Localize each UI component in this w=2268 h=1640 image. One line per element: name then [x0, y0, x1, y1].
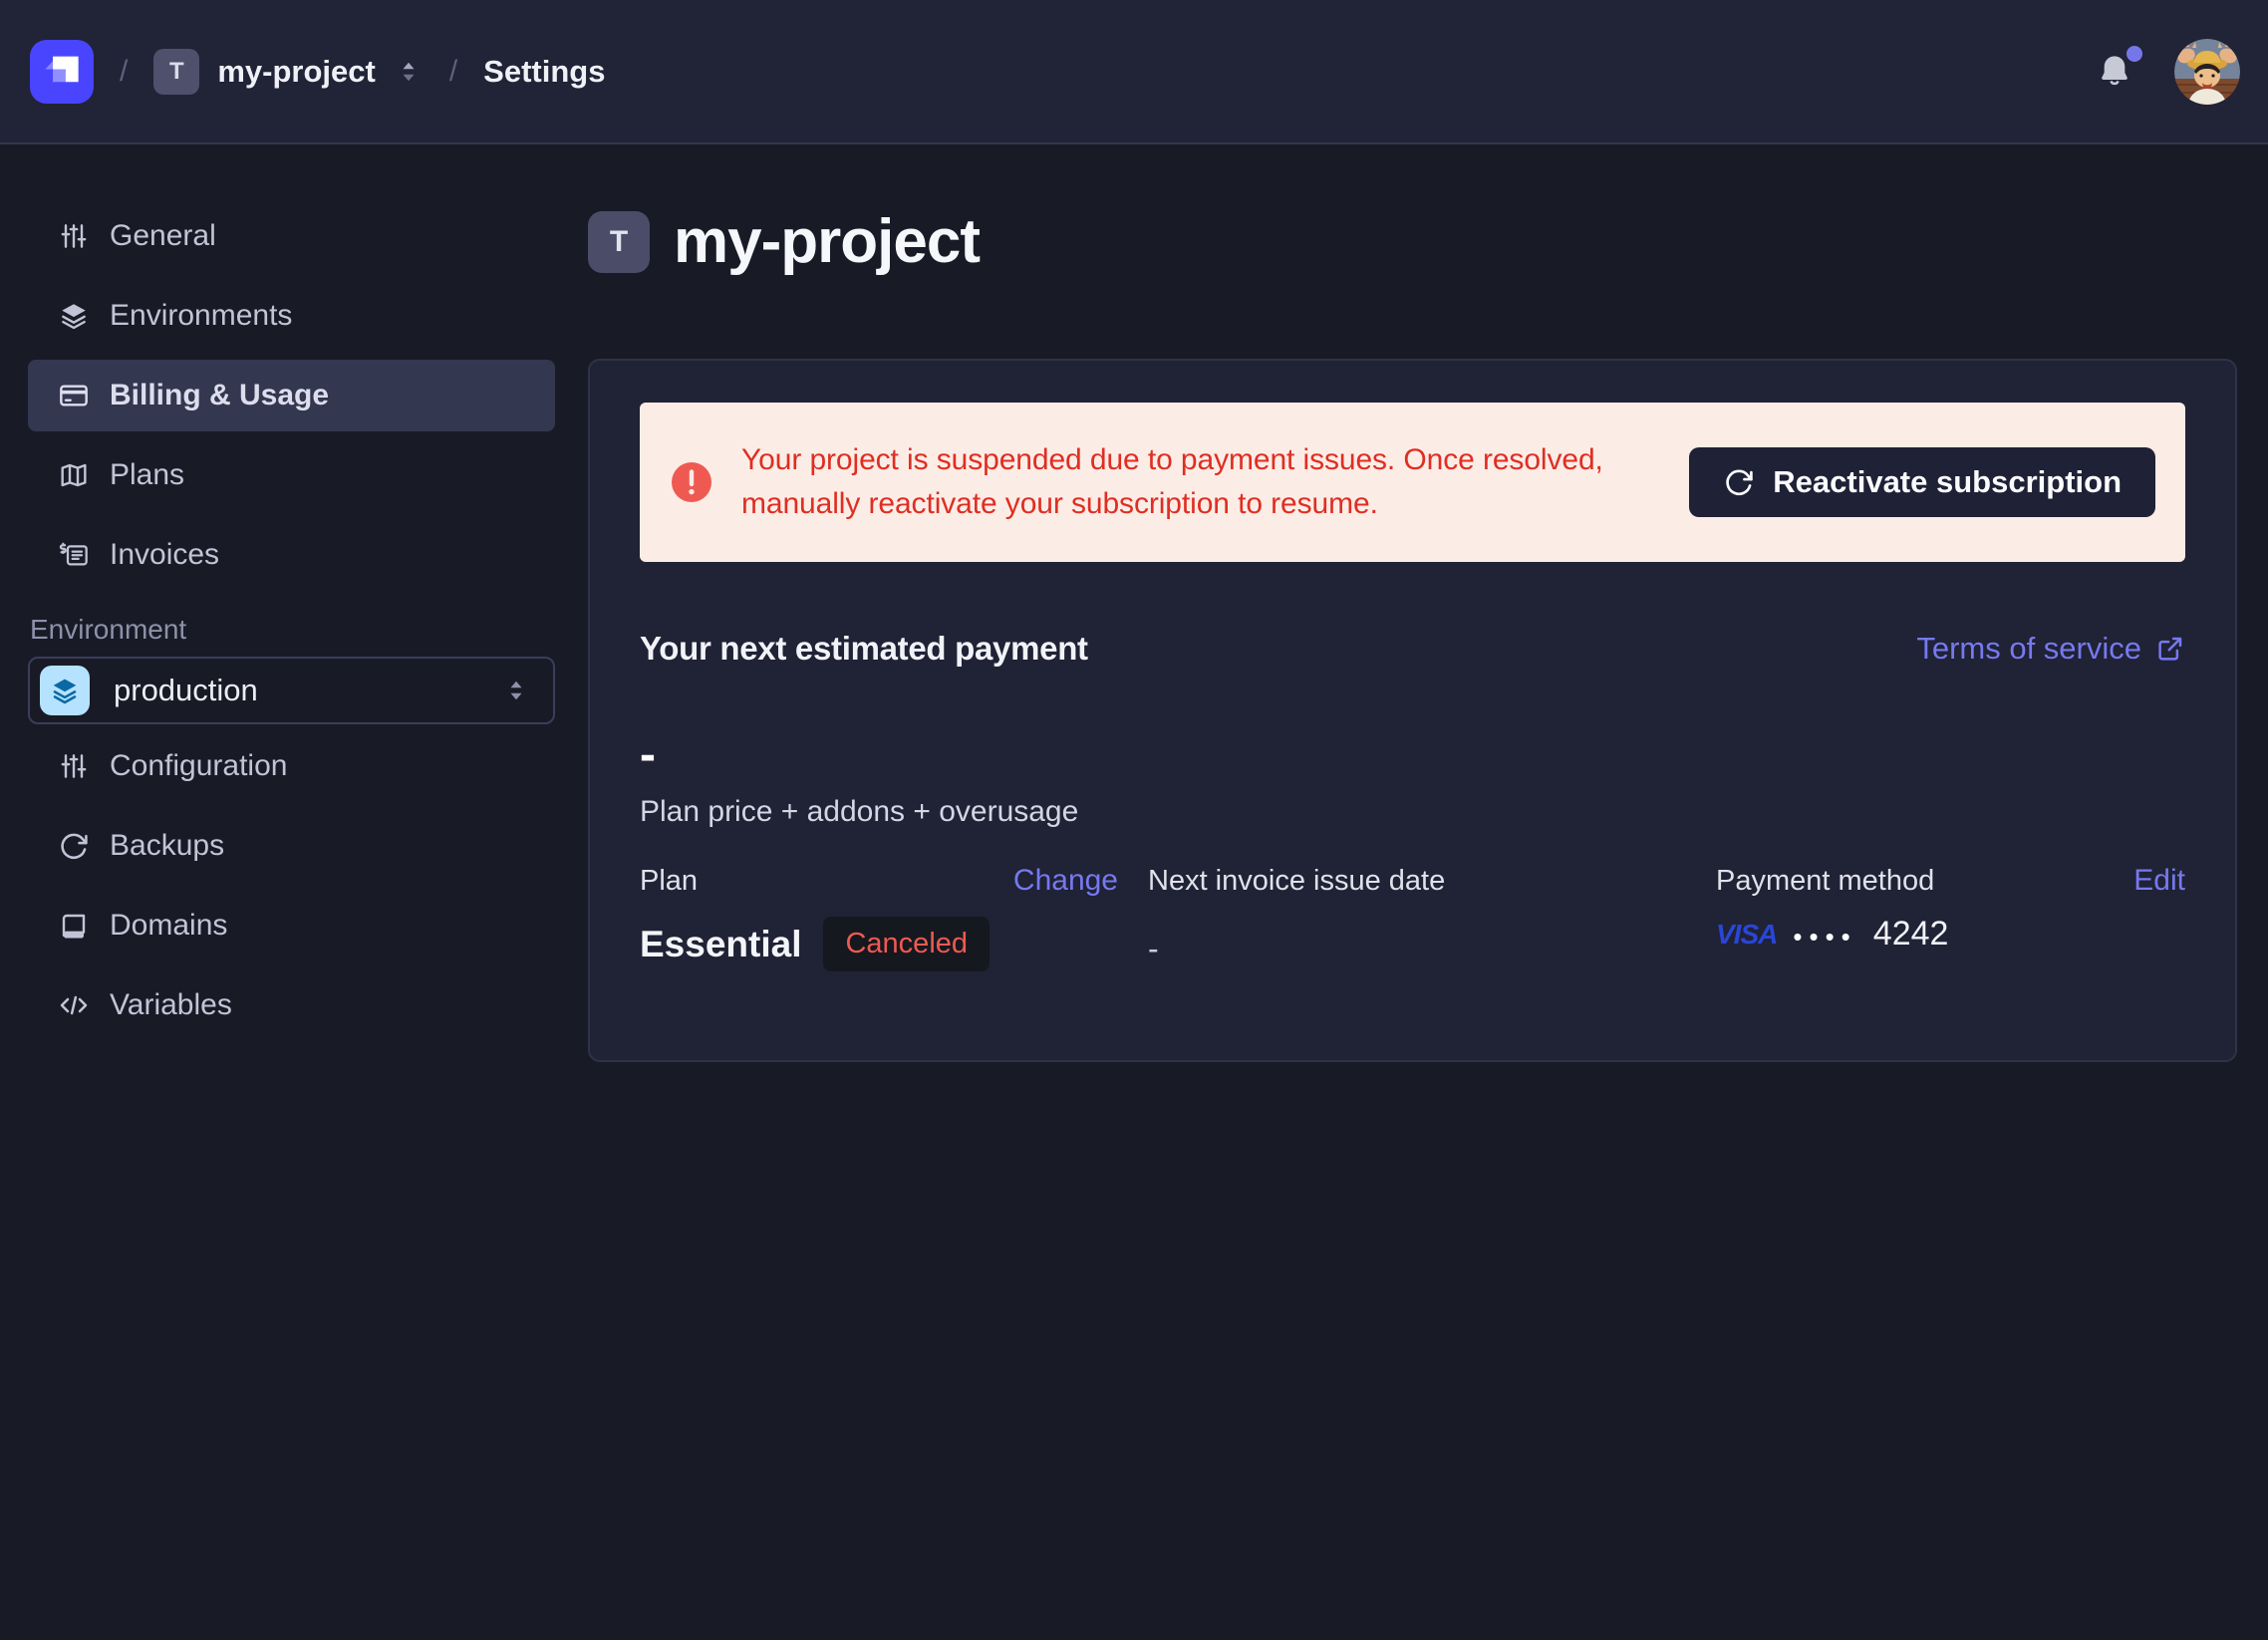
sidebar-item-label: Environments — [110, 299, 292, 333]
environment-settings-nav: Configuration Backups — [28, 730, 555, 1041]
payment-formula: Plan price + addons + overusage — [640, 795, 2185, 829]
code-icon — [58, 989, 90, 1021]
sidebar-item-configuration[interactable]: Configuration — [28, 730, 555, 802]
chevron-sorter-icon — [501, 676, 531, 705]
estimated-payment-amount: - — [640, 731, 2185, 779]
chevron-sorter-icon — [394, 57, 424, 87]
layers-icon — [58, 300, 90, 332]
page-title-row: T my-project — [588, 206, 2237, 277]
breadcrumb-project-name: my-project — [217, 54, 375, 90]
strapi-logo-icon[interactable] — [30, 40, 94, 104]
top-bar-actions — [2095, 39, 2240, 105]
card-last4: 4242 — [1873, 915, 1949, 954]
sidebar-item-invoices[interactable]: Invoices — [28, 519, 555, 591]
card-number-mask: •••• — [1793, 920, 1856, 950]
plan-value-row: Essential Canceled — [640, 917, 1118, 971]
sidebar-item-plans[interactable]: Plans — [28, 439, 555, 511]
billing-details-grid: Plan Change Essential Canceled Next invo… — [640, 863, 2185, 971]
payment-heading-row: Your next estimated payment Terms of ser… — [640, 630, 2185, 668]
app-root: / T my-project / Settings — [0, 0, 2268, 1640]
sidebar-item-billing-usage[interactable]: Billing & Usage — [28, 360, 555, 431]
reactivate-subscription-button[interactable]: Reactivate subscription — [1689, 447, 2155, 517]
breadcrumb-separator: / — [120, 55, 128, 89]
sidebar-item-domains[interactable]: Domains — [28, 890, 555, 961]
edit-payment-method-link[interactable]: Edit — [2133, 864, 2185, 898]
project-switcher[interactable]: T my-project — [153, 49, 423, 95]
sidebar-item-environments[interactable]: Environments — [28, 280, 555, 352]
notification-dot — [2126, 46, 2142, 62]
top-bar: / T my-project / Settings — [0, 0, 2268, 144]
invoice-date-value: - — [1148, 933, 1686, 964]
external-link-icon — [2155, 634, 2185, 664]
sliders-icon — [58, 220, 90, 252]
environment-layers-icon — [40, 666, 90, 715]
credit-card-icon — [58, 380, 90, 411]
plan-name: Essential — [640, 924, 801, 965]
exclamation-circle-icon — [668, 458, 715, 506]
alert-message: Your project is suspended due to payment… — [741, 438, 1663, 526]
plan-status-badge: Canceled — [823, 917, 990, 971]
next-payment-heading: Your next estimated payment — [640, 630, 1088, 668]
invoice-column: Next invoice issue date - — [1148, 863, 1686, 971]
suspension-alert: Your project is suspended due to payment… — [640, 403, 2185, 562]
sidebar-item-general[interactable]: General — [28, 200, 555, 272]
invoice-icon — [58, 539, 90, 571]
settings-sidebar: General Environments — [0, 144, 583, 1640]
breadcrumb-separator: / — [449, 55, 457, 89]
sidebar-item-label: Configuration — [110, 749, 287, 783]
sidebar-item-backups[interactable]: Backups — [28, 810, 555, 882]
environment-selected-value: production — [114, 673, 477, 708]
sidebar-item-label: Plans — [110, 458, 184, 492]
plan-label-row: Plan Change — [640, 863, 1118, 899]
breadcrumb-settings: Settings — [483, 54, 605, 90]
plan-column: Plan Change Essential Canceled — [640, 863, 1118, 971]
rotate-icon — [58, 830, 90, 862]
payment-method-value: VISA •••• 4242 — [1716, 915, 2185, 954]
sidebar-item-label: Backups — [110, 829, 224, 863]
page-title: my-project — [674, 206, 980, 277]
environment-section-label: Environment — [30, 613, 555, 647]
terms-of-service-link[interactable]: Terms of service — [1916, 631, 2185, 667]
visa-logo: VISA — [1716, 919, 1777, 951]
sliders-icon — [58, 750, 90, 782]
main-content: T my-project Your project is suspended d… — [583, 144, 2268, 1640]
sidebar-item-label: Billing & Usage — [110, 379, 329, 412]
page-layout: General Environments — [0, 144, 2268, 1640]
project-badge: T — [153, 49, 199, 95]
payment-method-label-row: Payment method Edit — [1716, 863, 2185, 899]
sidebar-item-variables[interactable]: Variables — [28, 969, 555, 1041]
environment-select[interactable]: production — [28, 657, 555, 724]
sidebar-item-label: Variables — [110, 988, 232, 1022]
payment-method-column: Payment method Edit VISA •••• 4242 — [1716, 863, 2185, 971]
project-settings-nav: General Environments — [28, 200, 555, 591]
map-icon — [58, 459, 90, 491]
plan-label: Plan — [640, 865, 698, 898]
user-avatar[interactable] — [2174, 39, 2240, 105]
terms-link-label: Terms of service — [1916, 631, 2141, 667]
sidebar-item-label: Domains — [110, 909, 227, 943]
sidebar-item-label: General — [110, 219, 216, 253]
reactivate-button-label: Reactivate subscription — [1773, 464, 2122, 500]
payment-method-label: Payment method — [1716, 865, 1934, 898]
notifications-bell-icon[interactable] — [2095, 52, 2134, 92]
billing-card: Your project is suspended due to payment… — [588, 359, 2237, 1062]
sidebar-item-label: Invoices — [110, 538, 219, 572]
invoice-date-label: Next invoice issue date — [1148, 865, 1445, 898]
invoice-label-row: Next invoice issue date — [1148, 863, 1686, 899]
book-icon — [58, 910, 90, 942]
change-plan-link[interactable]: Change — [1013, 864, 1118, 898]
project-title-badge: T — [588, 211, 650, 273]
